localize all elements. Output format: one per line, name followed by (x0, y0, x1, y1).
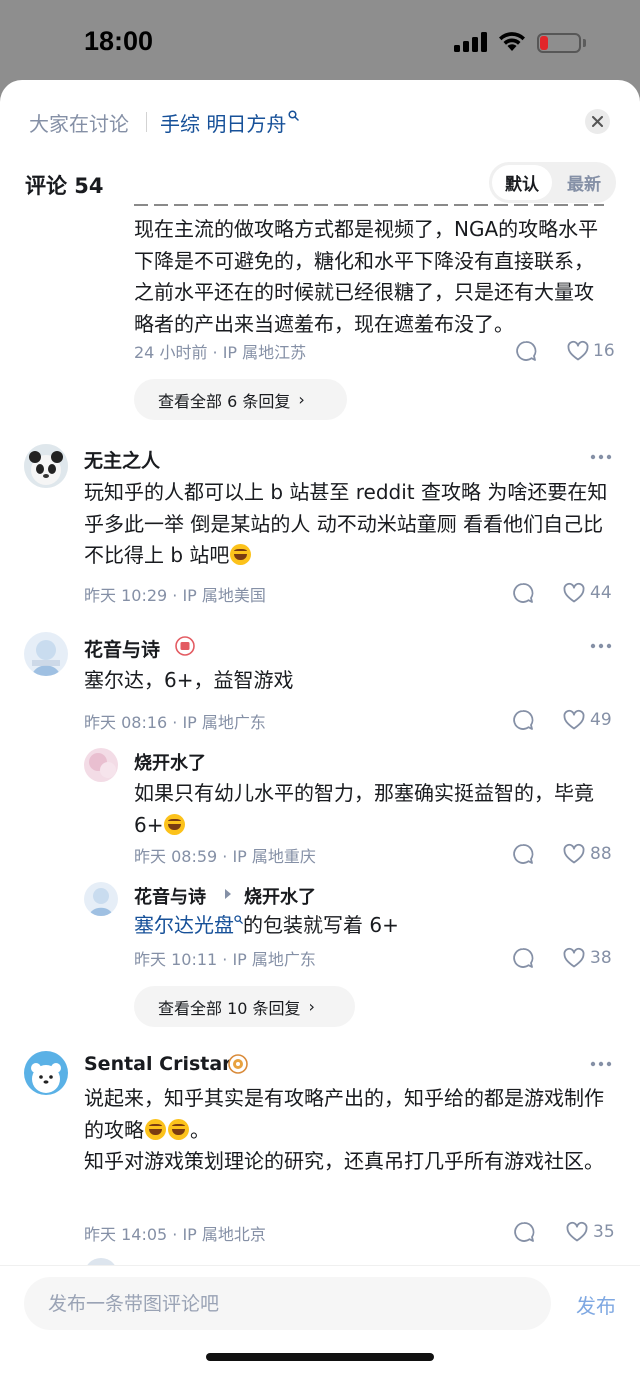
anime-avatar-image (24, 632, 68, 676)
topic-link-label: 手综 明日方舟 (160, 112, 287, 136)
sort-newest-button[interactable]: 最新 (555, 165, 613, 200)
comments-sheet: 大家在讨论 手综 明日方舟 评论 54 默认 最新 现在主流的做攻略方式都是视频… (0, 80, 640, 1387)
more-icon[interactable] (590, 454, 612, 460)
laughing-emoji-icon (145, 1118, 166, 1140)
comment-text-line2: 知乎对游戏策划理论的研究，还真吊打几乎所有游戏社区。 (84, 1149, 604, 1173)
comment-text: 现在主流的做攻略方式都是视频了，NGA的攻略水平下降是不可避免的，糖化和水平下降… (134, 217, 599, 336)
topic-link[interactable]: 手综 明日方舟 (160, 108, 300, 137)
topic-bar: 大家在讨论 手综 明日方舟 (0, 80, 640, 166)
home-indicator[interactable] (206, 1353, 434, 1361)
heart-icon[interactable] (562, 581, 586, 605)
laughing-emoji-icon (230, 544, 252, 565)
like-count: 35 (593, 1222, 615, 1242)
more-icon[interactable] (590, 1061, 612, 1067)
wifi-icon (499, 32, 525, 51)
reply-text: 如果只有幼儿水平的智力，那塞确实挺益智的，毕竟6+ (134, 778, 612, 841)
reply-icon[interactable] (511, 842, 535, 866)
comment-author[interactable]: 无主之人 (84, 446, 160, 473)
search-link[interactable]: 塞尔达光盘 (134, 913, 243, 937)
clipped-text-line (134, 204, 614, 214)
panda-avatar-image (24, 444, 68, 488)
like-count: 38 (590, 948, 612, 968)
heart-icon[interactable] (566, 339, 590, 363)
reply-to-author[interactable]: 烧开水了 (244, 883, 316, 909)
chevron-right-icon: › (298, 390, 305, 409)
avatar[interactable] (84, 748, 118, 782)
close-icon (592, 116, 603, 127)
pink-avatar-image (84, 748, 118, 782)
reply-icon[interactable] (511, 946, 535, 970)
avatar[interactable] (24, 444, 68, 488)
reply-meta: 昨天 08:59 · IP 属地重庆 (134, 847, 316, 866)
like-count: 88 (590, 844, 612, 864)
comment-input[interactable] (24, 1277, 551, 1330)
avatar[interactable] (24, 632, 68, 676)
view-all-replies-label: 查看全部 10 条回复 (158, 998, 301, 1018)
bear-avatar-image (24, 1051, 68, 1095)
comment-meta: 昨天 10:29 · IP 属地美国 (84, 586, 266, 605)
chevron-right-icon: › (308, 997, 315, 1016)
battery-level (540, 36, 548, 50)
topic-divider (146, 112, 147, 132)
sentence-end: 。 (190, 1117, 210, 1142)
laughing-emoji-icon (164, 813, 186, 835)
comment-meta: 昨天 14:05 · IP 属地北京 (84, 1225, 266, 1244)
anime-avatar-image (84, 882, 118, 916)
heart-icon[interactable] (562, 842, 586, 866)
comment-meta: 昨天 08:16 · IP 属地广东 (84, 713, 266, 732)
publish-button[interactable]: 发布 (576, 1290, 616, 1319)
comment-text-body: 玩知乎的人都可以上 b 站甚至 reddit 查攻略 为啥还要在知乎多此一举 倒… (84, 480, 608, 567)
reply-text-body: 的包装就写着 6+ (243, 913, 399, 937)
author-badge-icon (228, 1054, 248, 1074)
like-count: 16 (593, 341, 615, 361)
reply-text: 塞尔达光盘 的包装就写着 6+ (134, 910, 612, 942)
laughing-emoji-icon (168, 1118, 189, 1140)
avatar[interactable] (24, 1051, 68, 1095)
reply-arrow-icon (225, 889, 231, 899)
comment-author[interactable]: 花音与诗 (84, 635, 160, 662)
status-bar: 18:00 (0, 0, 640, 80)
comment-text: 玩知乎的人都可以上 b 站甚至 reddit 查攻略 为啥还要在知乎多此一举 倒… (84, 477, 614, 572)
reply-icon[interactable] (511, 708, 535, 732)
close-button[interactable] (585, 109, 610, 134)
heart-icon[interactable] (565, 1220, 589, 1244)
comment-author[interactable]: Sental Cristar (84, 1053, 232, 1075)
comment-text: 塞尔达，6+，益智游戏 (84, 668, 294, 692)
comments-count-title: 评论 54 (25, 174, 104, 198)
view-all-replies-button[interactable]: 查看全部 6 条回复 › (134, 379, 347, 420)
reply-meta: 昨天 10:11 · IP 属地广东 (134, 950, 316, 969)
comment-compose-bar: 发布 (0, 1265, 640, 1387)
like-count: 49 (590, 710, 612, 730)
reply-icon[interactable] (512, 1220, 536, 1244)
reply-icon[interactable] (511, 581, 535, 605)
author-badge-icon (175, 636, 195, 656)
reply-text-body: 如果只有幼儿水平的智力，那塞确实挺益智的，毕竟6+ (134, 781, 594, 837)
comment-meta: 24 小时前 · IP 属地江苏 (134, 343, 307, 362)
like-count: 44 (590, 583, 612, 603)
search-icon (234, 915, 243, 924)
view-all-replies-label: 查看全部 6 条回复 (158, 391, 291, 411)
sort-default-button[interactable]: 默认 (492, 165, 552, 200)
heart-icon[interactable] (562, 946, 586, 970)
avatar[interactable] (84, 882, 118, 916)
heart-icon[interactable] (562, 708, 586, 732)
reply-author[interactable]: 花音与诗 (134, 883, 206, 909)
reply-icon[interactable] (514, 339, 538, 363)
signal-icon (454, 32, 487, 52)
view-all-replies-button[interactable]: 查看全部 10 条回复 › (134, 986, 355, 1027)
reply-author[interactable]: 烧开水了 (134, 749, 206, 775)
more-icon[interactable] (590, 643, 612, 649)
status-time: 18:00 (84, 26, 154, 56)
battery-cap (583, 39, 586, 47)
search-link-label: 塞尔达光盘 (134, 913, 234, 937)
search-icon (288, 110, 300, 121)
topic-prefix: 大家在讨论 (29, 112, 129, 136)
comment-text: 说起来，知乎其实是有攻略产出的，知乎给的都是游戏制作的攻略。 知乎对游戏策划理论… (84, 1083, 614, 1178)
sort-toggle: 默认 最新 (489, 162, 616, 203)
